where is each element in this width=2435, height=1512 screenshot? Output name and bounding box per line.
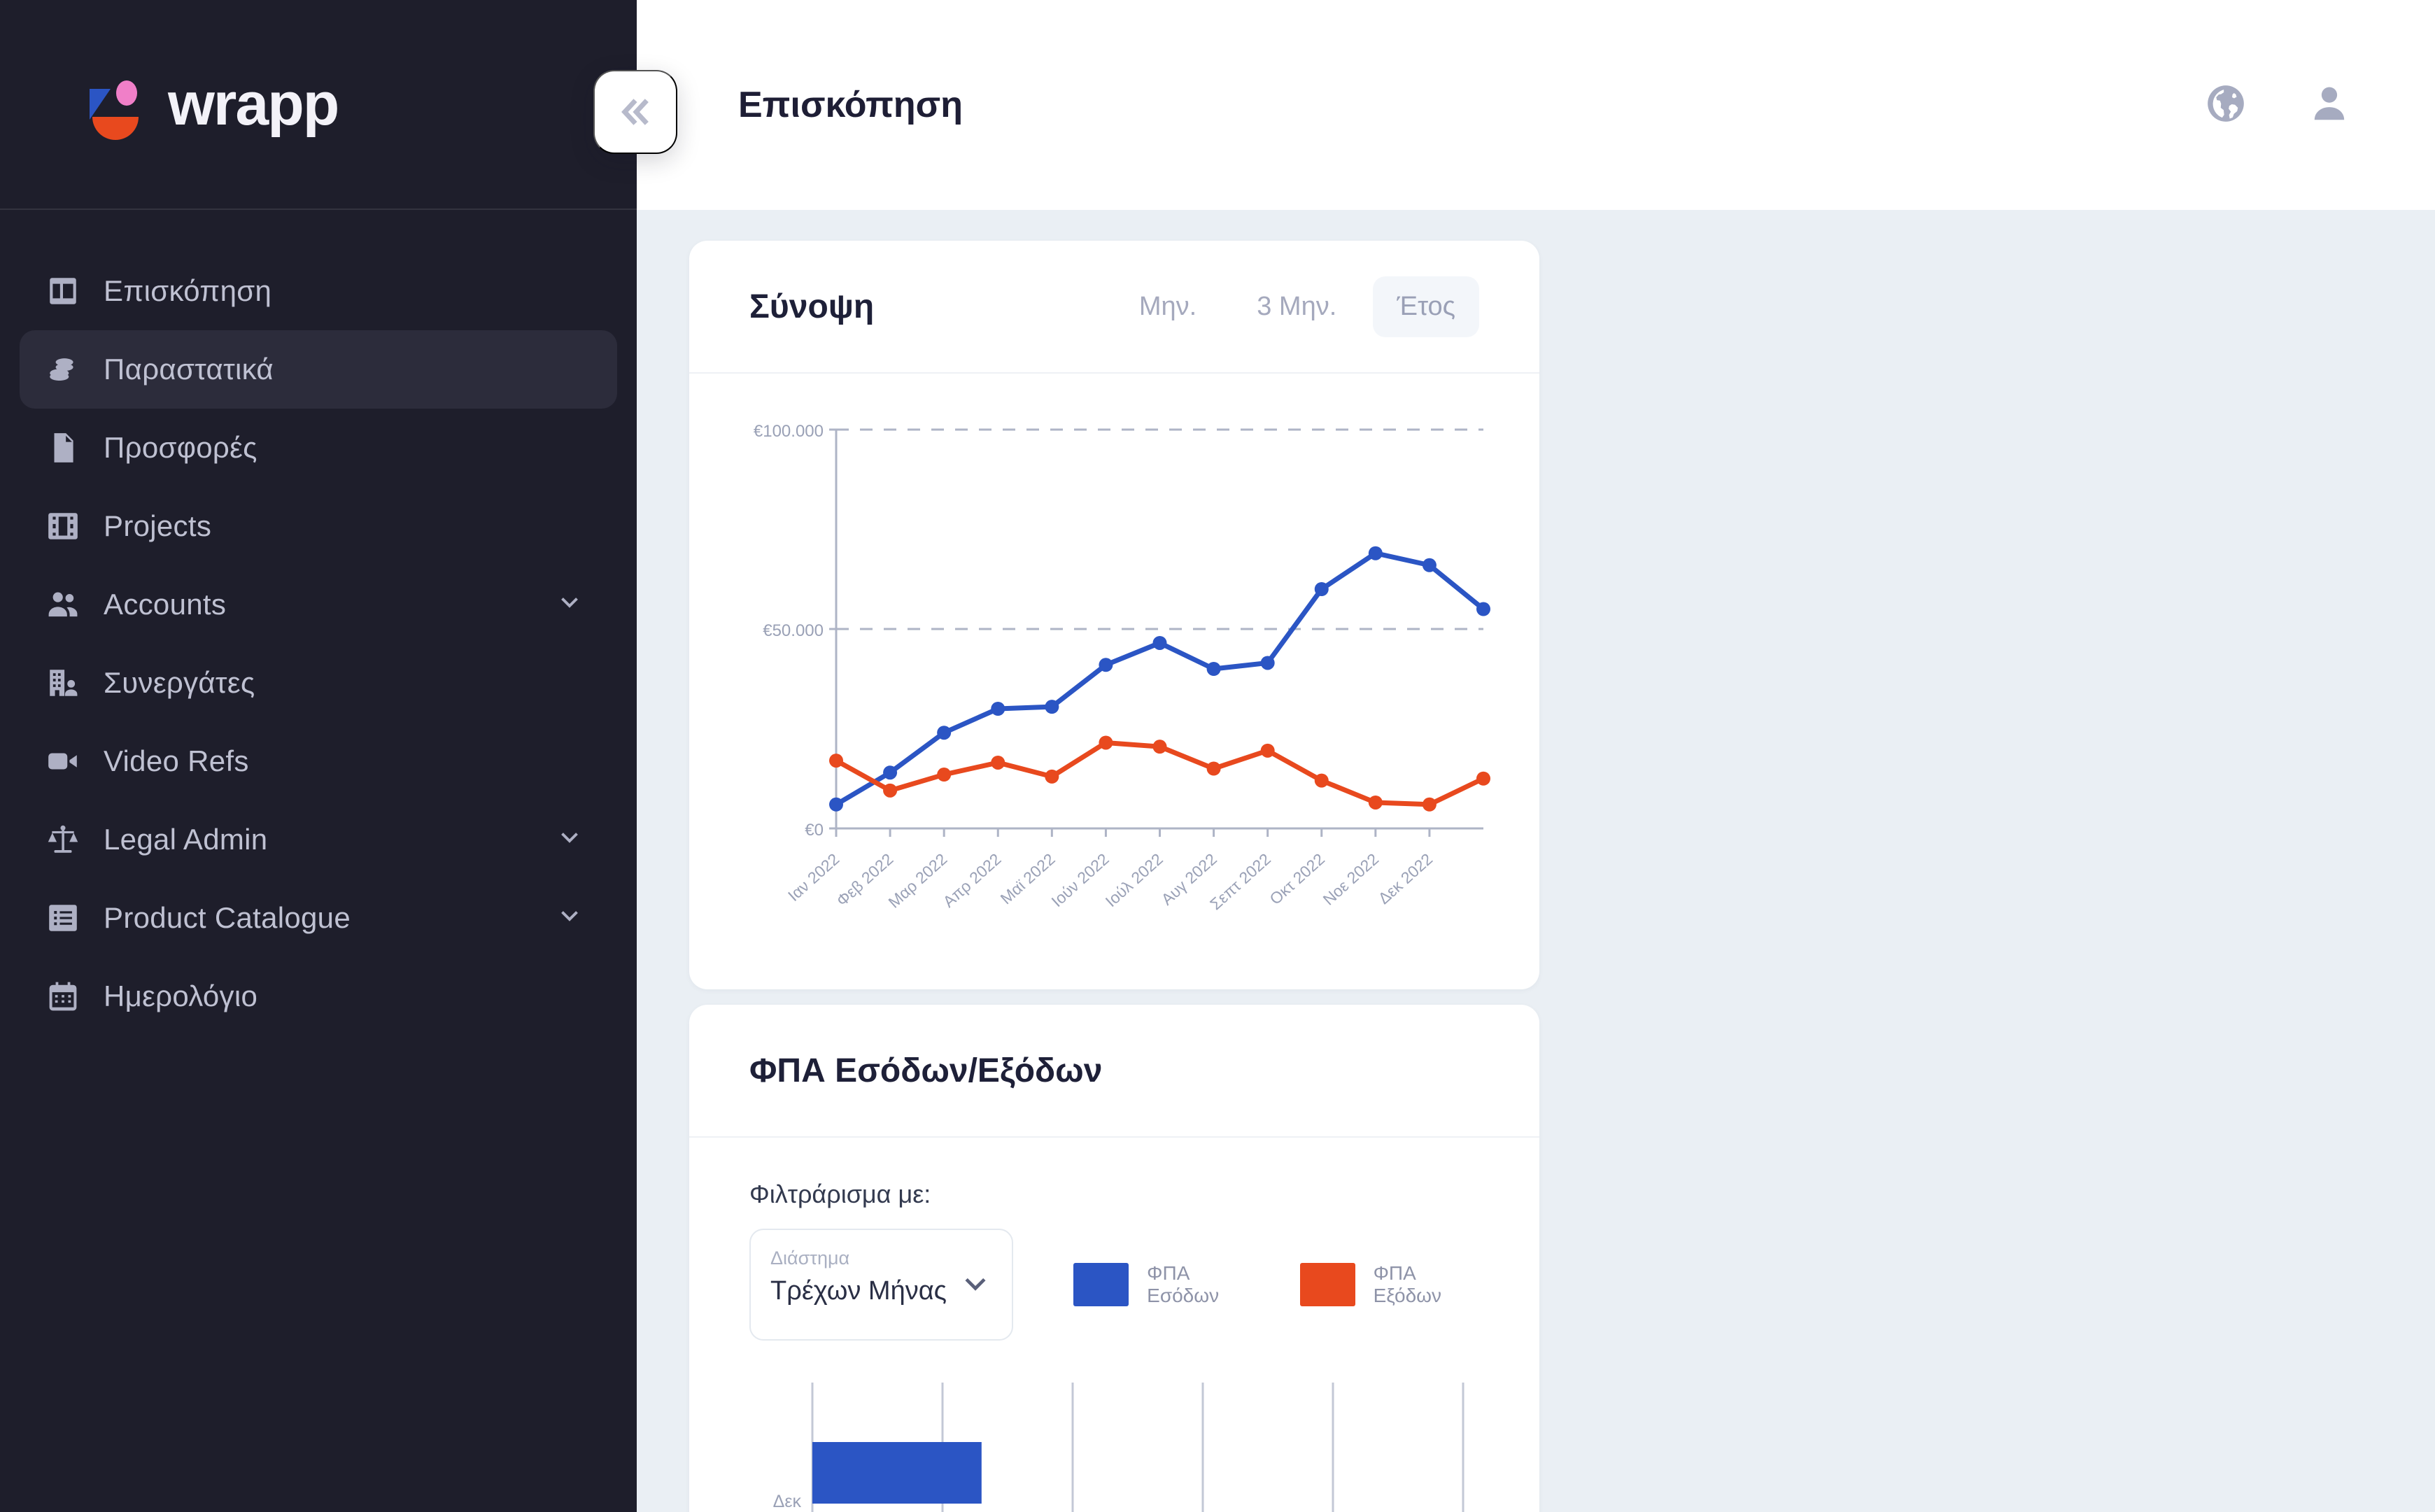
film-icon	[45, 508, 81, 544]
main-area: Επισκόπηση Σύνοψη Μην. 3 Μην. Έτος €0 €5…	[593, 0, 2435, 1512]
summary-line-chart: €0 €50.000 €100.000 Ιαν 2022 Φεβ 2022 Μαρ 202…	[689, 374, 1539, 979]
brand-logo[interactable]: wrapp	[0, 0, 637, 210]
svg-text:Νοε 2022: Νοε 2022	[1320, 849, 1383, 908]
vat-card-header: ΦΠΑ Εσόδων/Εξόδων	[689, 1005, 1539, 1138]
vat-legend: ΦΠΑ Εσόδων ΦΠΑ Εξόδων	[1073, 1262, 1479, 1307]
period-month-button[interactable]: Μην.	[1115, 276, 1220, 337]
chevron-down-icon[interactable]	[960, 1268, 991, 1302]
calendar-icon	[45, 978, 81, 1015]
svg-text:Οκτ 2022: Οκτ 2022	[1266, 849, 1328, 908]
topbar: Επισκόπηση	[593, 0, 2435, 210]
sidebar-item-label: Συνεργάτες	[104, 666, 255, 699]
sidebar-nav: Επισκόπηση Παραστατικά Προσφορές Project…	[0, 210, 637, 1036]
sidebar-item-product-catalogue[interactable]: Product Catalogue	[20, 879, 617, 957]
svg-text:€100.000: €100.000	[754, 422, 824, 441]
period-year-button[interactable]: Έτος	[1373, 276, 1479, 337]
chevron-down-icon[interactable]	[557, 901, 582, 935]
svg-text:€0: €0	[805, 821, 824, 840]
sidebar-item-label: Legal Admin	[104, 823, 268, 856]
sidebar-item-episkopisi[interactable]: Επισκόπηση	[20, 252, 617, 330]
sidebar-item-label: Accounts	[104, 588, 227, 621]
building-icon	[45, 665, 81, 701]
sidebar-item-label: Projects	[104, 509, 212, 542]
sidebar-item-label: Προσφορές	[104, 431, 257, 464]
sidebar-item-parastatika[interactable]: Παραστατικά	[20, 330, 617, 409]
svg-text:Απρ 2022: Απρ 2022	[940, 849, 1005, 910]
chevron-double-left-icon	[621, 99, 649, 125]
svg-text:Ιούλ 2022: Ιούλ 2022	[1102, 849, 1166, 910]
vat-filter-label: Φιλτράρισμα με:	[749, 1180, 931, 1208]
legend-swatch-expense	[1299, 1263, 1355, 1306]
chevron-down-icon[interactable]	[557, 823, 582, 856]
document-icon	[45, 430, 81, 466]
vat-period-select-label: Διάστημα	[770, 1248, 850, 1269]
sidebar-item-label: Video Refs	[104, 744, 249, 777]
vat-filter-row: Διάστημα Τρέχων Μήνας ΦΠΑ Εσόδων ΦΠΑ Εξό…	[749, 1229, 1479, 1341]
svg-text:Δεκ: Δεκ	[773, 1492, 802, 1511]
svg-text:€50.000: €50.000	[763, 621, 824, 640]
svg-text:Ιούν 2022: Ιούν 2022	[1047, 849, 1112, 910]
svg-text:Δεκ 2022: Δεκ 2022	[1374, 849, 1436, 907]
users-icon	[45, 586, 81, 623]
vat-card: ΦΠΑ Εσόδων/Εξόδων Φιλτράρισμα με: Διάστη…	[689, 1005, 1539, 1512]
sidebar-item-label: Product Catalogue	[104, 901, 351, 934]
summary-card: Σύνοψη Μην. 3 Μην. Έτος €0 €50.000 €100.00…	[689, 241, 1539, 989]
legend-swatch-income	[1073, 1263, 1129, 1306]
period-quarter-button[interactable]: 3 Μην.	[1233, 276, 1360, 337]
vat-bar-chart: €0€100€200€300€400€500Δεκ2022	[749, 1369, 1479, 1512]
sidebar-item-label: Ημερολόγιο	[104, 980, 258, 1012]
vat-card-body: Φιλτράρισμα με: Διάστημα Τρέχων Μήνας ΦΠ…	[689, 1138, 1539, 1512]
chevron-down-icon[interactable]	[557, 588, 582, 621]
legend-label-expense: ΦΠΑ Εξόδων	[1373, 1262, 1442, 1306]
user-icon[interactable]	[2308, 82, 2351, 129]
sidebar-item-label: Επισκόπηση	[104, 274, 272, 307]
sidebar-collapse-button[interactable]	[593, 70, 677, 154]
wrapp-logo-icon	[84, 72, 148, 140]
sidebar-item-imerologio[interactable]: Ημερολόγιο	[20, 957, 617, 1036]
vat-card-title: ΦΠΑ Εσόδων/Εξόδων	[749, 1052, 1103, 1089]
scales-icon	[45, 821, 81, 858]
legend-label-income: ΦΠΑ Εσόδων	[1147, 1262, 1220, 1306]
sidebar-item-synergates[interactable]: Συνεργάτες	[20, 644, 617, 722]
dashboard-icon	[45, 273, 81, 309]
page-title: Επισκόπηση	[738, 85, 964, 125]
app-root: wrapp Επισκόπηση Παραστατικά Προσφορές P…	[0, 0, 2435, 1512]
sidebar-item-prosfores[interactable]: Προσφορές	[20, 409, 617, 487]
video-icon	[45, 743, 81, 779]
dashboard-grid: Σύνοψη Μην. 3 Μην. Έτος €0 €50.000 €100.00…	[637, 210, 2435, 1512]
svg-text:Μαρ 2022: Μαρ 2022	[884, 849, 950, 911]
period-segmented-control: Μην. 3 Μην. Έτος	[1115, 276, 1479, 337]
sidebar-item-accounts[interactable]: Accounts	[20, 565, 617, 644]
vat-period-select-value: Τρέχων Μήνας	[770, 1276, 947, 1306]
brand-name: wrapp	[168, 71, 339, 138]
globe-icon[interactable]	[2204, 82, 2247, 129]
sidebar-item-projects[interactable]: Projects	[20, 487, 617, 565]
summary-card-header: Σύνοψη Μην. 3 Μην. Έτος	[689, 241, 1539, 374]
sidebar-item-video-refs[interactable]: Video Refs	[20, 722, 617, 800]
sidebar-item-label: Παραστατικά	[104, 353, 274, 386]
vat-period-select[interactable]: Διάστημα Τρέχων Μήνας	[749, 1229, 1014, 1341]
summary-card-title: Σύνοψη	[749, 288, 875, 325]
list-icon	[45, 900, 81, 936]
sidebar: wrapp Επισκόπηση Παραστατικά Προσφορές P…	[0, 0, 637, 1512]
sidebar-item-legal-admin[interactable]: Legal Admin	[20, 800, 617, 879]
coins-icon	[45, 351, 81, 388]
topbar-actions	[2204, 82, 2351, 129]
